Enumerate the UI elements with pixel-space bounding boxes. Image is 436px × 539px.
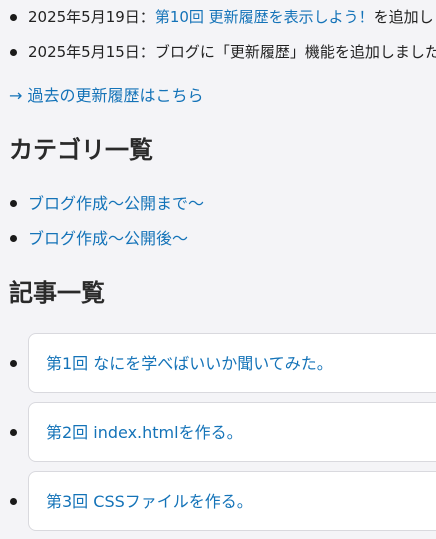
update-history-item: 2025年5月19日：第10回 更新履歴を表示しよう！を追加しました [0,0,436,35]
article-list: 第1回 なにを学べばいいか聞いてみた。 第2回 index.htmlを作る。 第… [0,333,436,539]
article-item: 第2回 index.htmlを作る。 [0,402,436,471]
past-update-history-link[interactable]: → 過去の更新履歴はこちら [9,84,204,108]
update-suffix: ブログに「更新履歴」機能を追加しました [154,43,436,61]
bullet-icon [10,498,17,505]
article-link[interactable]: 第3回 CSSファイルを作る。 [46,472,253,532]
article-card[interactable]: 第2回 index.htmlを作る。 [28,402,436,462]
page: 2025年5月19日：第10回 更新履歴を表示しよう！を追加しました 2025年… [0,0,436,539]
bullet-icon [10,49,17,56]
category-item: ブログ作成〜公開まで〜 [0,186,436,221]
bullet-icon [10,429,17,436]
article-item: 第3回 CSSファイルを作る。 [0,471,436,539]
bullet-icon [10,14,17,21]
update-suffix: を追加しました [373,8,436,26]
article-item: 第1回 なにを学べばいいか聞いてみた。 [0,333,436,402]
bullet-icon [10,360,17,367]
category-link[interactable]: ブログ作成〜公開後〜 [28,229,188,248]
update-date: 2025年5月15日： [28,43,155,61]
article-list-heading: 記事一覧 [9,279,105,307]
update-history-item: 2025年5月15日：ブログに「更新履歴」機能を追加しました [0,35,436,70]
bullet-icon [10,200,17,207]
category-list: ブログ作成〜公開まで〜 ブログ作成〜公開後〜 [0,186,436,256]
bullet-icon [10,235,17,242]
category-item: ブログ作成〜公開後〜 [0,221,436,256]
article-link[interactable]: 第1回 なにを学べばいいか聞いてみた。 [46,334,333,394]
category-link[interactable]: ブログ作成〜公開まで〜 [28,194,204,213]
category-heading: カテゴリ一覧 [9,136,153,164]
update-article-link[interactable]: 第10回 更新履歴を表示しよう！ [155,8,374,26]
update-history-list: 2025年5月19日：第10回 更新履歴を表示しよう！を追加しました 2025年… [0,0,436,70]
article-link[interactable]: 第2回 index.htmlを作る。 [46,403,243,463]
article-card[interactable]: 第1回 なにを学べばいいか聞いてみた。 [28,333,436,393]
article-card[interactable]: 第3回 CSSファイルを作る。 [28,471,436,531]
update-date: 2025年5月19日： [28,8,155,26]
